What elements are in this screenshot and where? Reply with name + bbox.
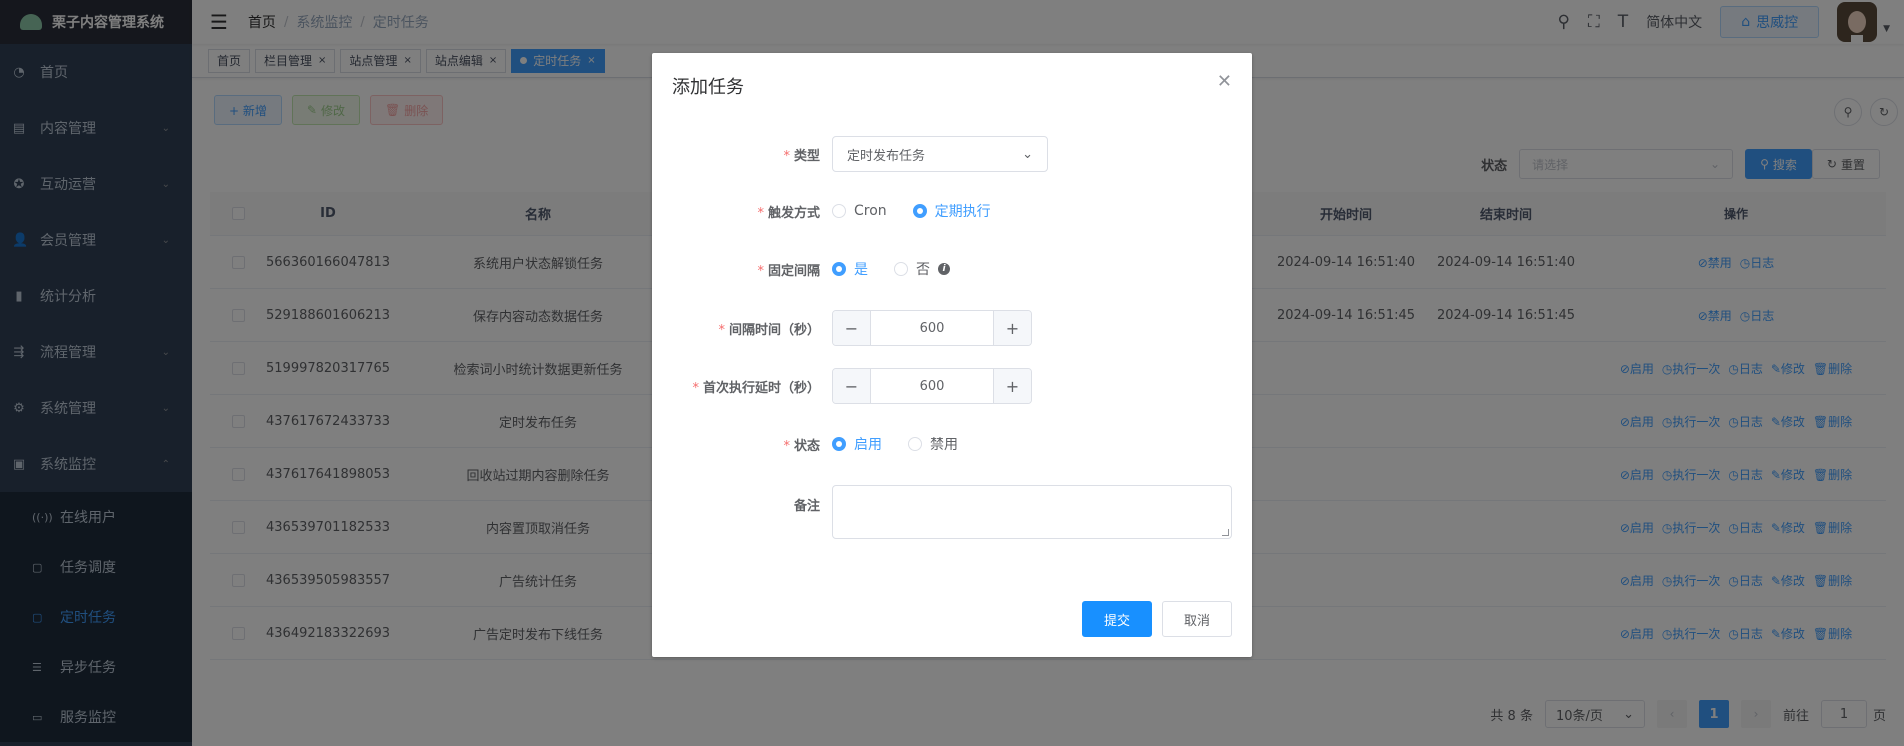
type-row: * 类型 定时发布任务 ⌄ <box>652 136 1252 172</box>
trigger-cron-radio[interactable]: Cron <box>832 203 887 219</box>
plus-icon[interactable]: + <box>993 369 1031 403</box>
status-disabled-radio[interactable]: 禁用 <box>908 434 958 454</box>
status-enabled-radio[interactable]: 启用 <box>832 434 882 454</box>
type-select[interactable]: 定时发布任务 ⌄ <box>832 136 1048 172</box>
fixed-interval-row: * 固定间隔 是 否 i <box>652 259 1252 279</box>
delay-value[interactable]: 600 <box>871 369 993 403</box>
remark-textarea[interactable] <box>832 485 1232 539</box>
minus-icon[interactable]: − <box>833 369 871 403</box>
trigger-row: * 触发方式 Cron 定期执行 <box>652 201 1252 221</box>
remark-row: 备注 <box>652 485 1252 539</box>
minus-icon[interactable]: − <box>833 311 871 345</box>
add-task-dialog: 添加任务 ✕ * 类型 定时发布任务 ⌄ * 触发方式 Cron 定期执行 * 固定间… <box>652 53 1252 657</box>
delay-row: * 首次执行延时（秒） − 600 + <box>652 368 1252 404</box>
close-icon[interactable]: ✕ <box>1217 71 1232 92</box>
trigger-label: * 触发方式 <box>757 205 820 221</box>
interval-label: * 间隔时间（秒） <box>718 322 820 338</box>
interval-value[interactable]: 600 <box>871 311 993 345</box>
status-label: * 状态 <box>783 438 820 454</box>
interval-stepper[interactable]: − 600 + <box>832 310 1032 346</box>
type-value: 定时发布任务 <box>847 148 926 164</box>
trigger-periodic-radio[interactable]: 定期执行 <box>912 201 991 221</box>
type-label: * 类型 <box>783 148 820 164</box>
fixed-no-radio[interactable]: 否 <box>894 259 930 279</box>
fixed-interval-label: * 固定间隔 <box>757 263 820 279</box>
chevron-down-icon: ⌄ <box>1022 146 1033 162</box>
info-icon[interactable]: i <box>938 263 950 275</box>
submit-button[interactable]: 提交 <box>1082 601 1152 637</box>
delay-label: * 首次执行延时（秒） <box>692 380 820 396</box>
fixed-yes-radio[interactable]: 是 <box>832 259 868 279</box>
interval-row: * 间隔时间（秒） − 600 + <box>652 310 1252 346</box>
dialog-title: 添加任务 <box>672 77 744 98</box>
cancel-button[interactable]: 取消 <box>1162 601 1232 637</box>
status-row: * 状态 启用 禁用 <box>652 434 1252 454</box>
remark-label: 备注 <box>793 499 820 514</box>
plus-icon[interactable]: + <box>993 311 1031 345</box>
delay-stepper[interactable]: − 600 + <box>832 368 1032 404</box>
